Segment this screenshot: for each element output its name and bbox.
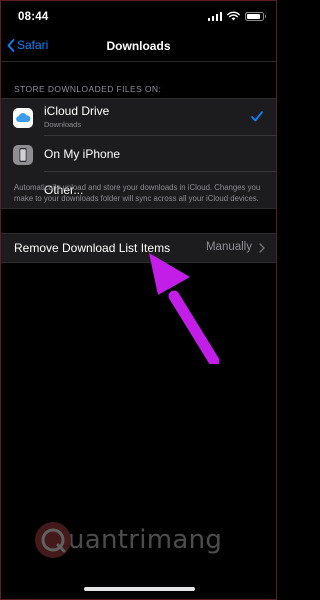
wifi-icon (227, 11, 240, 21)
section-header: STORE DOWNLOADED FILES ON: (14, 84, 162, 94)
option-sublabel: Downloads (44, 120, 82, 129)
home-indicator (84, 587, 195, 591)
cellular-signal-icon (207, 11, 222, 21)
chevron-right-icon (259, 243, 265, 253)
status-bar: 08:44 (1, 1, 276, 31)
battery-icon (245, 11, 266, 21)
page-title: Downloads (106, 39, 171, 53)
section-footer-note: Automatically upload and store your down… (14, 183, 261, 203)
navigation-bar: Safari Downloads (1, 31, 276, 62)
battery-level (247, 13, 260, 19)
watermark: uantrimang (35, 522, 222, 558)
option-label: iCloud Drive (44, 104, 110, 118)
remove-download-list-items-row[interactable]: Remove Download List Items Manually (1, 233, 276, 263)
annotation-arrow (149, 253, 220, 364)
status-icons (207, 11, 266, 21)
status-time: 08:44 (18, 11, 49, 23)
watermark-text: uantrimang (68, 525, 223, 555)
icloud-drive-icon (13, 108, 33, 128)
option-icloud-drive[interactable]: iCloud Drive Downloads (1, 99, 276, 136)
watermark-logo-icon (35, 522, 71, 558)
iphone-icon (13, 145, 33, 165)
settings-screen: 08:44 Safari Downloads STORE DOWNLOADED … (0, 0, 277, 600)
option-label: On My iPhone (44, 147, 121, 161)
checkmark-icon (251, 111, 263, 122)
option-on-my-iphone[interactable]: On My iPhone (1, 136, 276, 172)
